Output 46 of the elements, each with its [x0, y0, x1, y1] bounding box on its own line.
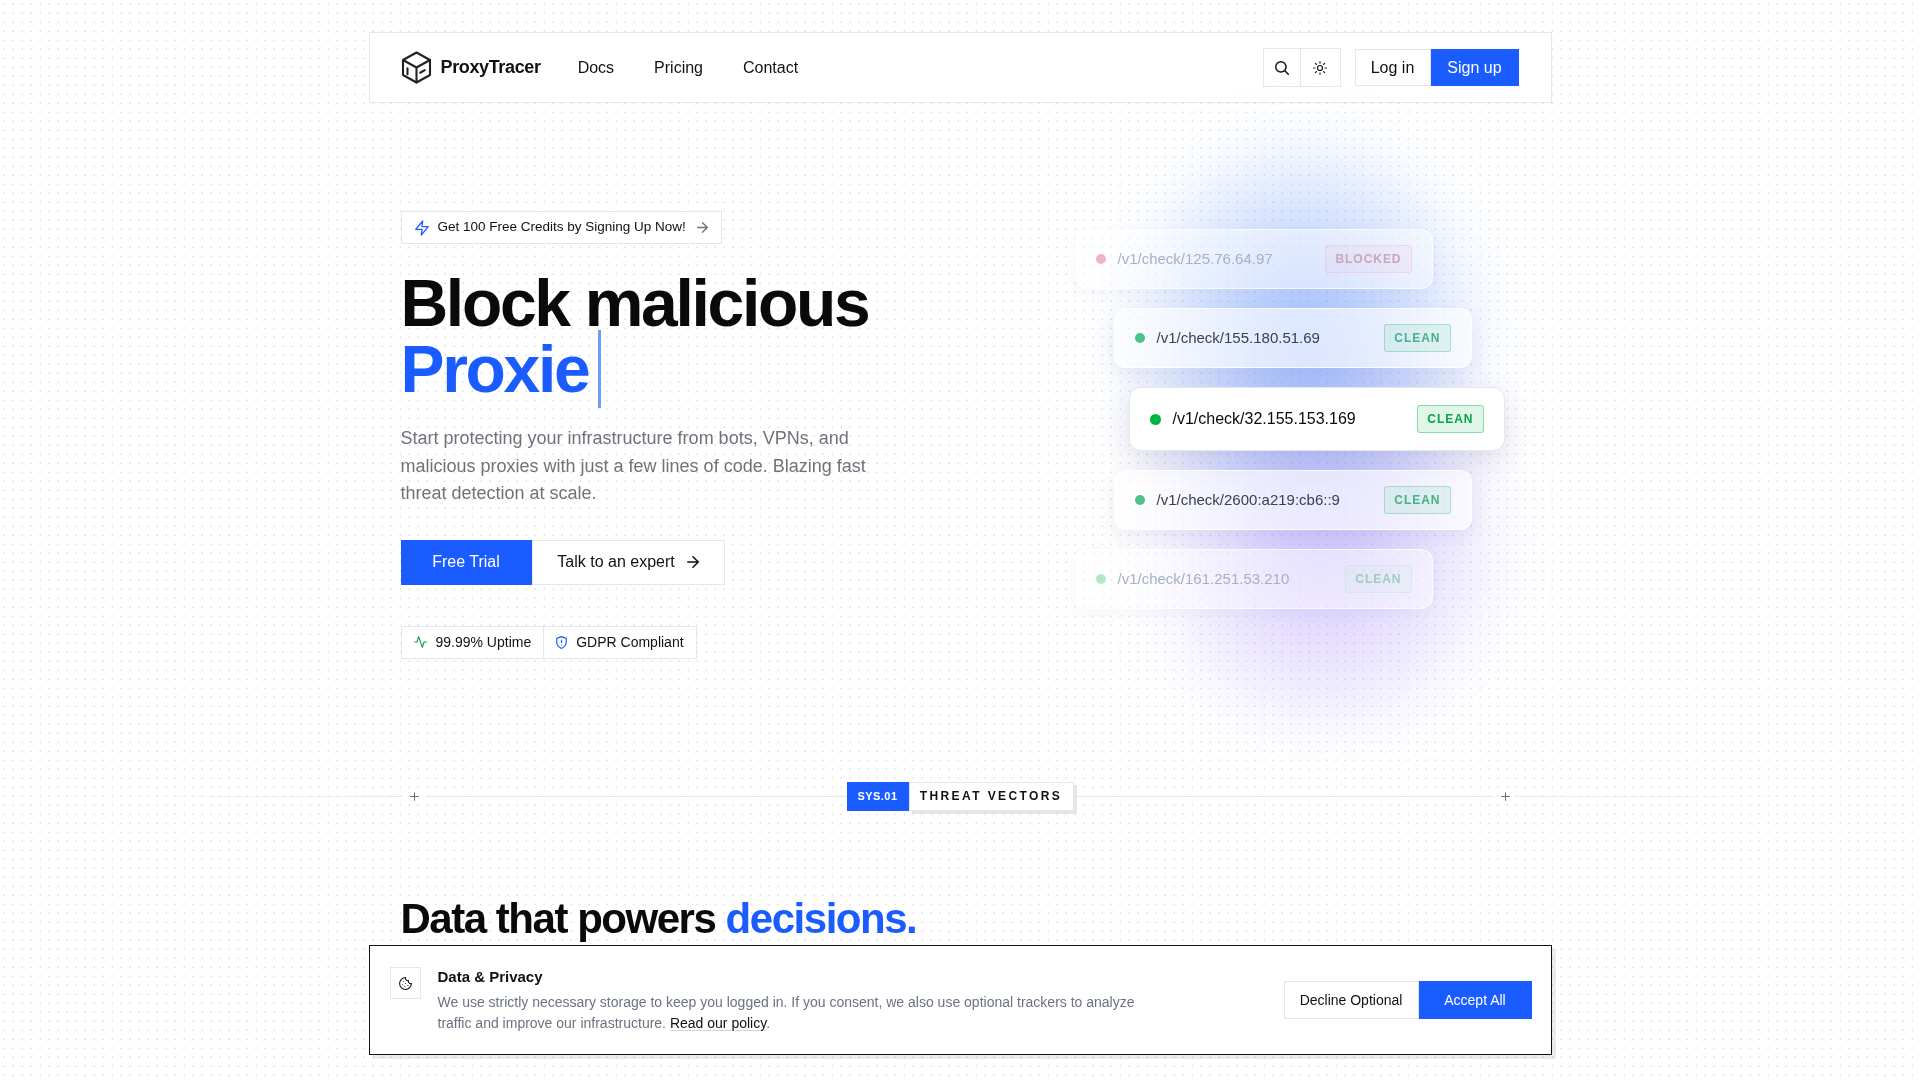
cube-logo-icon: [400, 51, 432, 84]
status-badge: CLEAN: [1345, 565, 1412, 593]
check-path: /v1/check/161.251.53.210: [1117, 568, 1290, 589]
lightning-icon: [414, 219, 429, 236]
status-badge: CLEAN: [1417, 405, 1484, 433]
status-badge: BLOCKED: [1325, 245, 1412, 273]
cookie-title: Data & Privacy: [437, 967, 544, 987]
shield-icon: [556, 635, 568, 649]
section-heading-accent: decisions.: [725, 894, 917, 942]
status-badge: CLEAN: [1384, 486, 1451, 514]
check-path: /v1/check/155.180.51.69: [1156, 327, 1320, 348]
text-cursor-icon: [598, 330, 602, 408]
free-trial-button[interactable]: Free Trial: [400, 539, 532, 585]
cookie-notice-text: We use strictly necessary storage to keep you logged in. If you consent, we also use optional trackers to analyze traffic and improve our infrastructure. Read our policy.: [437, 993, 1136, 1033]
check-path: /v1/check/2600:a219:cb6::9: [1156, 489, 1340, 510]
section-heading: Data that powers: [400, 894, 716, 942]
promo-link[interactable]: Get 100 Free Credits by Signing Up Now!: [400, 211, 722, 244]
cookie-icon: [389, 967, 421, 999]
hero-heading-accent: Proxie: [400, 336, 589, 402]
search-icon: [1274, 60, 1289, 75]
login-button[interactable]: Log in: [1354, 49, 1431, 86]
pulse-icon: [413, 636, 427, 648]
signup-button[interactable]: Sign up: [1430, 49, 1519, 86]
brand-logo-link[interactable]: ProxyTracer: [400, 51, 541, 84]
hero-heading: Block malicious: [400, 270, 869, 336]
sun-icon: [1313, 60, 1327, 75]
nav-link[interactable]: Pricing: [654, 55, 703, 80]
nav-link[interactable]: Docs: [577, 55, 615, 80]
talk-to-expert-button[interactable]: Talk to an expert: [531, 539, 725, 585]
status-badge: CLEAN: [1384, 324, 1451, 352]
stat-label: GDPR Compliant: [576, 632, 684, 652]
theme-toggle-button[interactable]: [1300, 48, 1341, 87]
hero-description: Start protecting your infrastructure from bots, VPNs, and malicious proxies with just a few lines of code. Blazing fast threat detection at scale.: [400, 427, 867, 505]
arrow-right-icon: [696, 222, 708, 233]
plus-icon: [410, 791, 419, 801]
search-button[interactable]: [1262, 48, 1301, 87]
arrow-right-icon: [686, 556, 699, 568]
check-path: /v1/check/32.155.153.169: [1172, 409, 1356, 429]
section-title: THREAT VECTORS: [908, 781, 1074, 811]
stat-label: 99.99% Uptime: [435, 632, 532, 652]
check-path: /v1/check/125.76.64.97: [1117, 248, 1273, 269]
accept-all-button[interactable]: Accept All: [1418, 981, 1532, 1019]
section-tag: SYS.01: [846, 781, 909, 811]
plus-icon: [1501, 791, 1510, 801]
decline-optional-button[interactable]: Decline Optional: [1283, 981, 1419, 1019]
nav-link[interactable]: Contact: [743, 55, 799, 80]
